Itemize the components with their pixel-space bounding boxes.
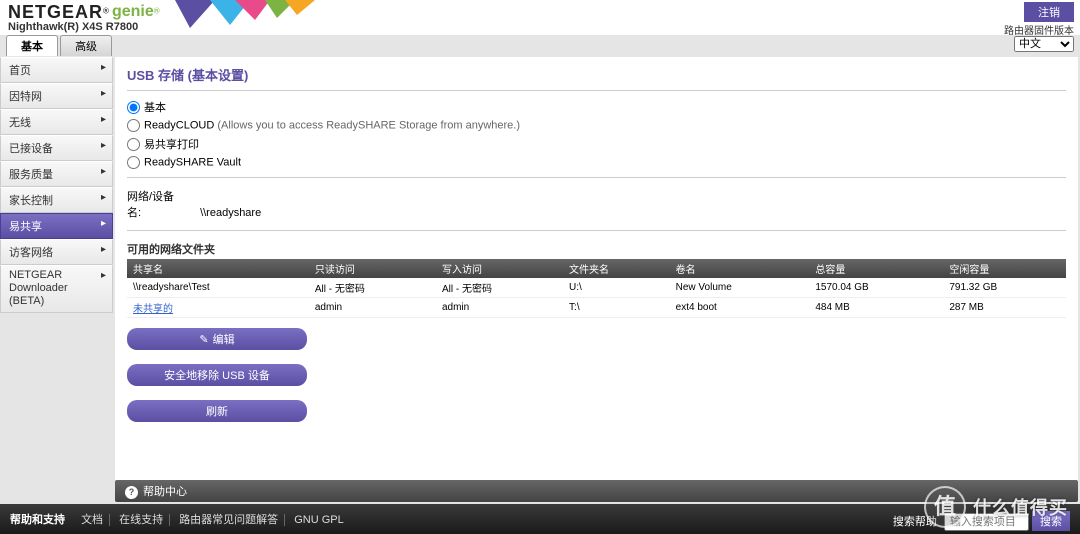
brand-reg2: ® (154, 6, 160, 15)
chevron-right-icon: ▸ (101, 192, 106, 203)
chevron-right-icon: ▸ (101, 88, 106, 99)
sidebar-item-devices[interactable]: 已接设备▸ (0, 135, 113, 161)
content-panel: USB 存储 (基本设置) 基本 ReadyCLOUD (Allows you … (115, 57, 1078, 495)
sidebar-item-qos[interactable]: 服务质量▸ (0, 161, 113, 187)
sidebar-item-guest[interactable]: 访客网络▸ (0, 239, 113, 265)
tab-bar: 基本 高级 中文 (0, 35, 1080, 55)
cell-total: 1570.04 GB (809, 278, 943, 298)
cell-write: admin (436, 298, 563, 318)
help-label: 帮助中心 (143, 486, 187, 498)
col-volume: 卷名 (670, 259, 810, 278)
col-total: 总容量 (809, 259, 943, 278)
pencil-icon: ✎ (199, 334, 208, 346)
chevron-right-icon: ▸ (101, 218, 106, 229)
edit-button[interactable]: ✎编辑 (127, 328, 307, 350)
radio-print-label: 易共享打印 (144, 139, 199, 151)
device-name-value: \\readyshare (200, 207, 261, 219)
cell-volume: ext4 boot (670, 298, 810, 318)
header: NETGEAR® genie® Nighthawk(R) X4S R7800 注… (0, 0, 1080, 35)
device-name-label: 网络/设备名: (127, 188, 187, 220)
divider (127, 177, 1066, 178)
sidebar-item-internet[interactable]: 因特网▸ (0, 83, 113, 109)
cell-total: 484 MB (809, 298, 943, 318)
tab-basic[interactable]: 基本 (6, 35, 58, 56)
chevron-right-icon: ▸ (101, 62, 106, 73)
cell-free: 287 MB (943, 298, 1066, 318)
cell-read: admin (309, 298, 436, 318)
table-row[interactable]: 未共享的 admin admin T:\ ext4 boot 484 MB 28… (127, 298, 1066, 318)
cell-read: All - 无密码 (309, 278, 436, 298)
language-selector: 中文 (1014, 36, 1074, 52)
cell-share: 未共享的 (127, 298, 309, 318)
sidebar: 首页▸ 因特网▸ 无线▸ 已接设备▸ 服务质量▸ 家长控制▸ 易共享▸ 访客网络… (0, 55, 113, 495)
chevron-right-icon: ▸ (101, 270, 106, 282)
unshared-link[interactable]: 未共享的 (133, 304, 173, 315)
col-read: 只读访问 (309, 259, 436, 278)
table-title: 可用的网络文件夹 (127, 237, 1066, 259)
search-input[interactable] (944, 513, 1029, 531)
cell-folder: T:\ (563, 298, 670, 318)
remove-usb-button[interactable]: 安全地移除 USB 设备 (127, 364, 307, 386)
cell-volume: New Volume (670, 278, 810, 298)
help-bar[interactable]: ? 帮助中心 (115, 480, 1078, 502)
cell-write: All - 无密码 (436, 278, 563, 298)
footer-link-faq[interactable]: 路由器常见问题解答 (179, 514, 285, 526)
chevron-right-icon: ▸ (101, 114, 106, 125)
chevron-right-icon: ▸ (101, 166, 106, 177)
folders-table: 共享名 只读访问 写入访问 文件夹名 卷名 总容量 空闲容量 \\readysh… (127, 259, 1066, 318)
search-button[interactable]: 搜索 (1032, 511, 1070, 531)
col-write: 写入访问 (436, 259, 563, 278)
chevron-right-icon: ▸ (101, 140, 106, 151)
cell-free: 791.32 GB (943, 278, 1066, 298)
tab-advanced[interactable]: 高级 (60, 35, 112, 56)
radio-vault-label: ReadySHARE Vault (144, 157, 241, 169)
footer-link-online[interactable]: 在线支持 (119, 514, 170, 526)
sidebar-item-readyshare[interactable]: 易共享▸ (0, 213, 113, 239)
divider (127, 230, 1066, 231)
support-label: 帮助和支持 (10, 514, 65, 526)
chevron-right-icon: ▸ (101, 244, 106, 255)
radio-basic-label: 基本 (144, 102, 166, 114)
brand-reg: ® (103, 6, 109, 15)
sidebar-item-wireless[interactable]: 无线▸ (0, 109, 113, 135)
sidebar-item-home[interactable]: 首页▸ (0, 57, 113, 83)
radio-readycloud-note: (Allows you to access ReadySHARE Storage… (217, 119, 520, 131)
footer: 帮助和支持 文档 在线支持 路由器常见问题解答 GNU GPL 搜索帮助 搜索 (0, 504, 1080, 534)
radio-readycloud[interactable] (127, 119, 140, 132)
sidebar-item-downloader[interactable]: NETGEAR Downloader (BETA)▸ (0, 265, 113, 313)
col-folder: 文件夹名 (563, 259, 670, 278)
footer-link-docs[interactable]: 文档 (81, 514, 110, 526)
cell-share: \\readyshare\Test (127, 278, 309, 298)
col-free: 空闲容量 (943, 259, 1066, 278)
radio-print[interactable] (127, 138, 140, 151)
page-title: USB 存储 (基本设置) (127, 65, 1066, 84)
brand-name: NETGEAR (8, 2, 103, 22)
search-label: 搜索帮助 (893, 516, 937, 528)
footer-link-gpl[interactable]: GNU GPL (294, 514, 350, 526)
radio-basic[interactable] (127, 101, 140, 114)
brand-sub: genie (112, 3, 154, 20)
language-dropdown[interactable]: 中文 (1014, 36, 1074, 52)
logout-button[interactable]: 注销 (1024, 2, 1074, 22)
cell-folder: U:\ (563, 278, 670, 298)
sidebar-item-parental[interactable]: 家长控制▸ (0, 187, 113, 213)
radio-readycloud-label: ReadyCLOUD (144, 120, 214, 132)
model-label: Nighthawk(R) X4S R7800 (8, 21, 1072, 33)
decorative-triangles (175, 0, 325, 36)
refresh-button[interactable]: 刷新 (127, 400, 307, 422)
help-icon: ? (125, 486, 138, 499)
radio-vault[interactable] (127, 156, 140, 169)
divider (127, 90, 1066, 91)
col-share: 共享名 (127, 259, 309, 278)
table-row[interactable]: \\readyshare\Test All - 无密码 All - 无密码 U:… (127, 278, 1066, 298)
